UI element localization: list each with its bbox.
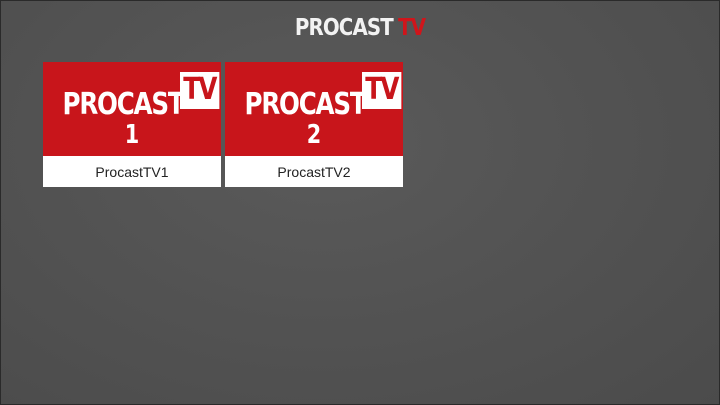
channel-title: ProcastTV2 (277, 163, 351, 180)
channel-grid: PROCAST TV 1 ProcastTV1 PROCAST TV 2 Pro… (43, 62, 403, 187)
channel-logo-brand: PROCAST (62, 87, 185, 122)
header-logo: PROCAST TV (51, 15, 668, 41)
header-logo-word-procast: PROCAST (294, 15, 394, 41)
channel-tile-procasttv2[interactable]: PROCAST TV 2 ProcastTV2 (225, 62, 403, 187)
channel-logo: PROCAST TV (225, 72, 403, 120)
channel-logo: PROCAST TV (43, 72, 221, 120)
channel-tile-procasttv1[interactable]: PROCAST TV 1 ProcastTV1 (43, 62, 221, 187)
channel-logo-tv: TV (179, 72, 219, 109)
channel-thumbnail: PROCAST TV 2 (225, 62, 403, 156)
channel-logo-brand: PROCAST (244, 87, 367, 122)
tv-screen: PROCAST TV PROCAST TV 1 ProcastTV1 PROCAS… (0, 0, 720, 405)
channel-logo-number: 2 (306, 120, 322, 150)
header-logo-word-tv: TV (398, 15, 426, 41)
channel-thumbnail: PROCAST TV 1 (43, 62, 221, 156)
channel-title: ProcastTV1 (95, 163, 169, 180)
channel-logo-number: 1 (124, 120, 140, 150)
channel-logo-tv: TV (361, 72, 401, 109)
